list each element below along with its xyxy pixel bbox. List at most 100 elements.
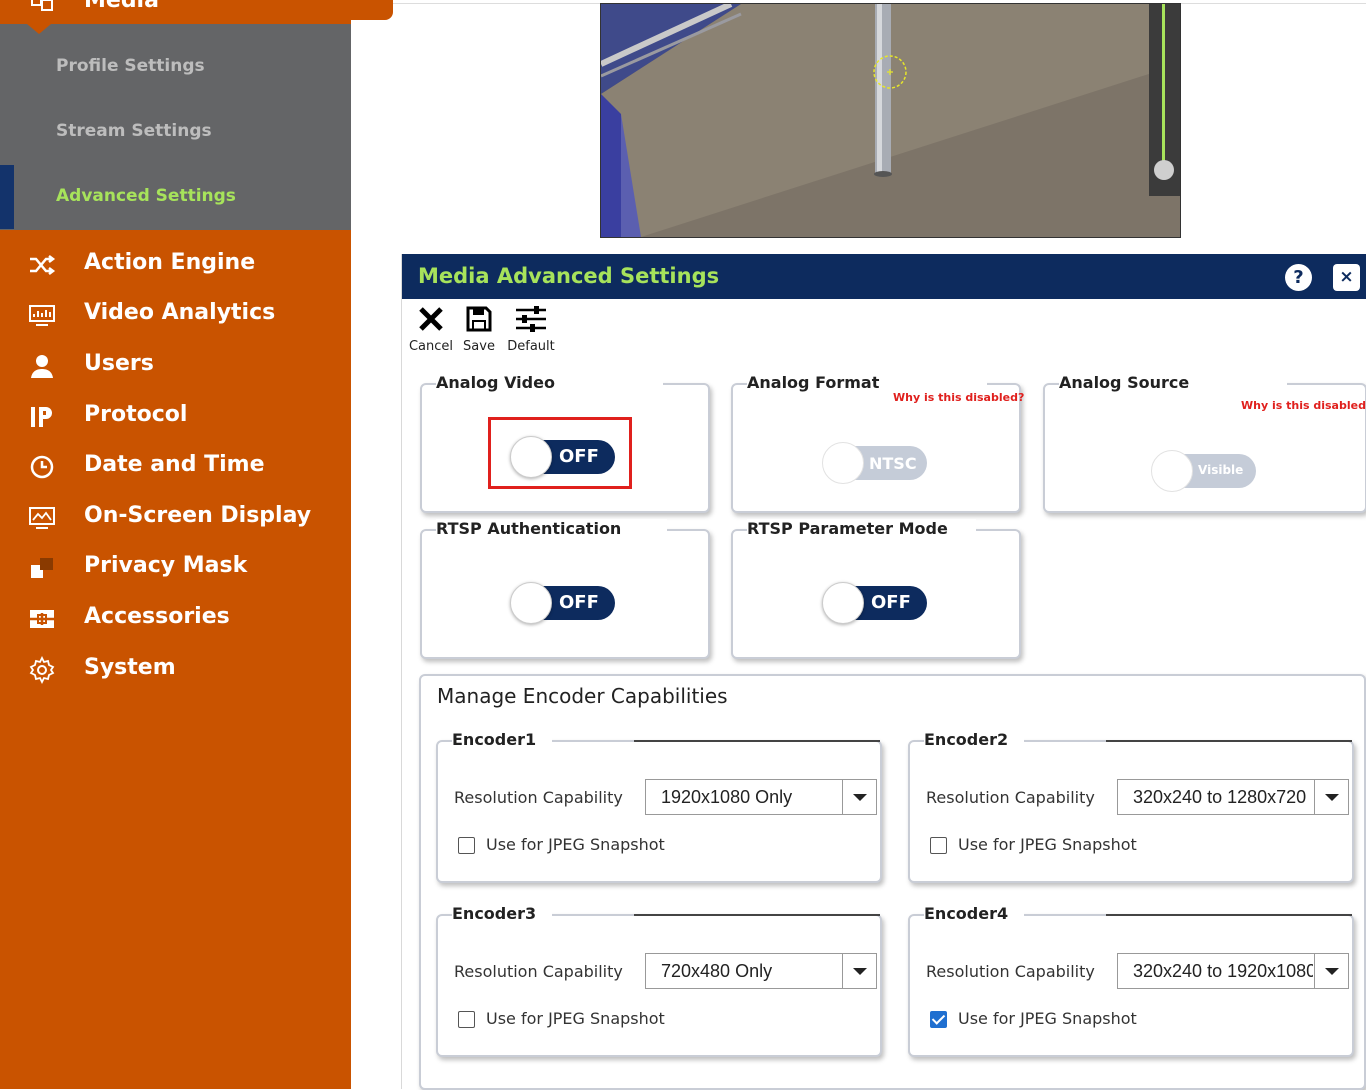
resolution-value: 320x240 to 1280x720 xyxy=(1133,787,1307,807)
submenu-stream-settings[interactable]: Stream Settings xyxy=(56,121,212,141)
analog-video-title: Analog Video xyxy=(436,373,663,392)
default-button[interactable]: Default xyxy=(504,304,558,354)
nav-video-analytics[interactable]: Video Analytics xyxy=(0,291,351,339)
encoder-title: Encoder1 xyxy=(452,730,553,749)
encoders-title: Manage Encoder Capabilities xyxy=(437,684,728,708)
why-disabled-link[interactable]: Why is this disabled? xyxy=(893,391,1024,404)
divider xyxy=(634,914,880,916)
toggle-knob xyxy=(1151,450,1193,492)
ip-icon xyxy=(28,403,56,431)
highlight-annotation xyxy=(488,417,632,489)
media-tab-extension xyxy=(351,0,393,20)
nav-label: Action Engine xyxy=(84,250,256,275)
resolution-value: 1920x1080 Only xyxy=(661,787,793,807)
rtsp-parameter-mode-title: RTSP Parameter Mode xyxy=(747,519,976,538)
media-icon xyxy=(30,0,54,11)
why-disabled-link[interactable]: Why is this disabled? xyxy=(1241,399,1366,412)
display-icon xyxy=(28,504,56,532)
media-notch xyxy=(27,24,51,34)
submenu-profile-settings[interactable]: Profile Settings xyxy=(56,56,205,76)
dialog-title: Media Advanced Settings xyxy=(418,264,720,288)
divider xyxy=(1106,740,1352,742)
toggle-state: OFF xyxy=(559,592,599,613)
resolution-select[interactable]: 1920x1080 Only xyxy=(645,779,877,815)
jpeg-snapshot-checkbox[interactable] xyxy=(458,1011,475,1028)
toggle-knob xyxy=(510,582,552,624)
resolution-label: Resolution Capability xyxy=(454,962,623,981)
nav-action-engine[interactable]: Action Engine xyxy=(0,241,351,289)
user-icon xyxy=(28,352,56,380)
encoder-title: Encoder2 xyxy=(924,730,1025,749)
toggle-knob xyxy=(822,442,864,484)
chevron-down-icon[interactable] xyxy=(1314,780,1348,814)
resolution-value: 320x240 to 1920x1080 xyxy=(1133,961,1313,981)
resolution-select[interactable]: 320x240 to 1280x720 xyxy=(1117,779,1349,815)
jpeg-snapshot-label: Use for JPEG Snapshot xyxy=(958,835,1137,854)
nav-label: Video Analytics xyxy=(84,300,276,325)
media-section-label: Media xyxy=(84,0,159,13)
save-icon xyxy=(460,304,498,338)
save-button[interactable]: Save xyxy=(460,304,498,354)
nav-protocol[interactable]: Protocol xyxy=(0,393,351,441)
nav-system[interactable]: System xyxy=(0,646,351,694)
encoder-card: Encoder1 Resolution Capability 1920x1080… xyxy=(436,730,882,883)
analytics-monitor-icon xyxy=(28,301,56,329)
encoder-title: Encoder4 xyxy=(924,904,1025,923)
encoder-card: Encoder3 Resolution Capability 720x480 O… xyxy=(436,904,882,1057)
encoder-title: Encoder3 xyxy=(452,904,553,923)
resolution-value: 720x480 Only xyxy=(661,961,773,981)
accessories-icon xyxy=(28,605,56,633)
resolution-select[interactable]: 720x480 Only xyxy=(645,953,877,989)
cancel-button[interactable]: Cancel xyxy=(406,304,456,354)
nav-on-screen-display[interactable]: On-Screen Display xyxy=(0,494,351,542)
default-label: Default xyxy=(507,339,555,354)
cancel-label: Cancel xyxy=(408,339,454,354)
rtsp-parameter-mode-card: RTSP Parameter Mode OFF xyxy=(731,519,1021,659)
nav-accessories[interactable]: Accessories xyxy=(0,595,351,643)
shuffle-icon xyxy=(28,251,56,279)
chevron-down-icon[interactable] xyxy=(842,780,876,814)
submenu-advanced-settings[interactable]: Advanced Settings xyxy=(56,186,236,206)
nav-users[interactable]: Users xyxy=(0,342,351,390)
sliders-icon xyxy=(504,304,558,338)
analog-format-toggle[interactable]: NTSC xyxy=(822,442,927,484)
analog-source-card: Analog Source Why is this disabled? Visi… xyxy=(1043,373,1366,513)
analog-source-toggle[interactable]: Visible xyxy=(1151,450,1256,492)
media-section-header[interactable]: Media xyxy=(0,0,351,24)
chevron-down-icon[interactable] xyxy=(842,954,876,988)
jpeg-snapshot-label: Use for JPEG Snapshot xyxy=(958,1009,1137,1028)
jpeg-snapshot-checkbox[interactable] xyxy=(930,1011,947,1028)
resolution-label: Resolution Capability xyxy=(454,788,623,807)
nav-privacy-mask[interactable]: Privacy Mask xyxy=(0,544,351,592)
divider xyxy=(634,740,880,742)
toggle-state: OFF xyxy=(871,592,911,613)
toggle-knob xyxy=(822,582,864,624)
rtsp-authentication-card: RTSP Authentication OFF xyxy=(420,519,710,659)
jpeg-snapshot-checkbox[interactable] xyxy=(458,837,475,854)
rtsp-authentication-toggle[interactable]: OFF xyxy=(510,582,615,624)
analog-format-card: Analog Format Why is this disabled? NTSC xyxy=(731,373,1024,513)
save-label: Save xyxy=(463,339,495,354)
nav-label: System xyxy=(84,655,176,680)
resolution-select[interactable]: 320x240 to 1920x1080 xyxy=(1117,953,1349,989)
media-submenu: Profile Settings Stream Settings Advance… xyxy=(0,24,351,230)
camera-preview[interactable] xyxy=(600,3,1181,238)
close-button[interactable]: × xyxy=(1333,264,1360,291)
help-button[interactable]: ? xyxy=(1285,264,1312,291)
chevron-down-icon[interactable] xyxy=(1314,954,1348,988)
nav-label: Date and Time xyxy=(84,452,265,477)
rtsp-parameter-mode-toggle[interactable]: OFF xyxy=(822,582,927,624)
jpeg-snapshot-checkbox[interactable] xyxy=(930,837,947,854)
media-advanced-settings-dialog: Media Advanced Settings ? × Cancel Save … xyxy=(401,254,1366,1090)
nav-label: Accessories xyxy=(84,604,230,629)
nav-label: Privacy Mask xyxy=(84,553,248,578)
active-indicator xyxy=(0,165,14,229)
toggle-state: Visible xyxy=(1198,463,1244,477)
analog-source-title: Analog Source xyxy=(1059,373,1288,392)
jpeg-snapshot-label: Use for JPEG Snapshot xyxy=(486,835,665,854)
nav-label: Users xyxy=(84,351,154,376)
nav-date-and-time[interactable]: Date and Time xyxy=(0,443,351,491)
gear-icon xyxy=(28,655,56,685)
jpeg-snapshot-label: Use for JPEG Snapshot xyxy=(486,1009,665,1028)
resolution-label: Resolution Capability xyxy=(926,788,1095,807)
